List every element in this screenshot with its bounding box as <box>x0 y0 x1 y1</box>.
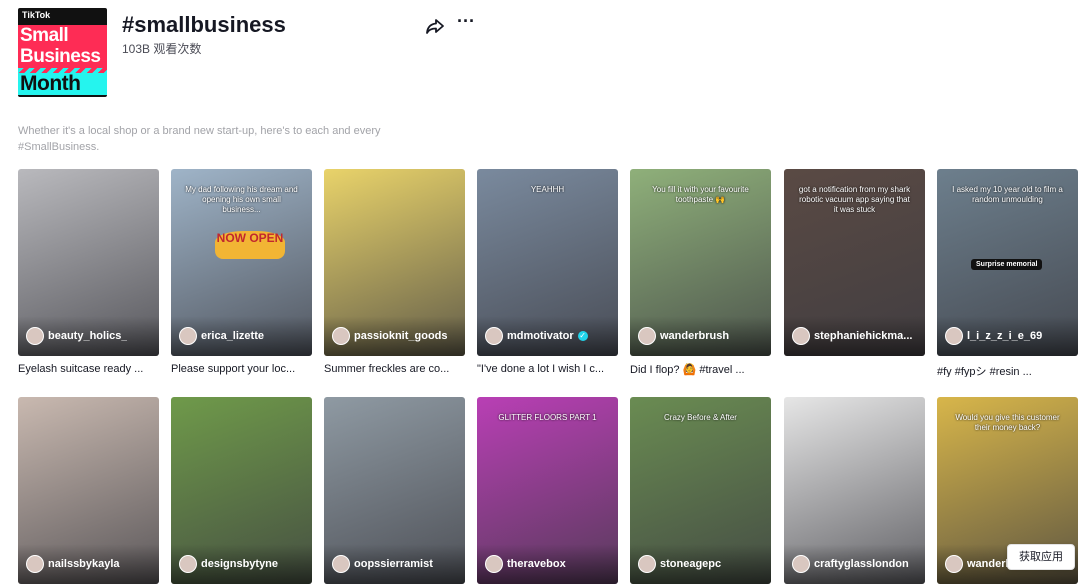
video-thumbnail[interactable]: craftyglasslondon <box>784 397 925 584</box>
get-app-button[interactable]: 获取应用 <box>1007 544 1075 570</box>
author-username: beauty_holics_ <box>48 330 128 342</box>
video-card[interactable]: passioknit_goods Summer freckles are co..… <box>324 169 465 377</box>
avatar <box>945 555 963 573</box>
video-overlay-text: I asked my 10 year old to film a random … <box>952 185 1063 204</box>
video-overlay-text: YEAHHH <box>530 185 565 194</box>
video-overlay-text: Would you give this customer their money… <box>955 413 1060 432</box>
ellipsis-icon: ··· <box>457 11 475 31</box>
avatar <box>792 555 810 573</box>
video-card[interactable]: got a notification from my shark robotic… <box>784 169 925 377</box>
video-caption[interactable]: #fy #fypシ #resin ... <box>937 363 1075 377</box>
video-card[interactable]: I asked my 10 year old to film a random … <box>937 169 1078 377</box>
author-username: passioknit_goods <box>354 330 448 342</box>
view-count: 103B 观看次数 <box>122 42 202 56</box>
share-icon <box>426 19 444 34</box>
avatar <box>792 327 810 345</box>
author-username: stephaniehickma... <box>814 330 913 342</box>
avatar <box>179 327 197 345</box>
hashtag-cover-image: TikTok Small Business Month <box>18 8 107 97</box>
avatar <box>179 555 197 573</box>
video-overlay-text: My dad following his dream and opening h… <box>185 185 298 214</box>
video-overlay-text: You fill it with your favourite toothpas… <box>652 185 749 204</box>
video-card[interactable]: nailssbykayla <box>18 397 159 584</box>
video-author[interactable]: l_i_z_z_i_e_69 <box>945 327 1072 345</box>
video-thumbnail[interactable]: You fill it with your favourite toothpas… <box>630 169 771 356</box>
avatar <box>26 327 44 345</box>
video-card[interactable]: beauty_holics_ Eyelash suitcase ready ... <box>18 169 159 377</box>
author-username: wanderbrush <box>660 330 730 342</box>
video-author[interactable]: designsbytyne <box>179 555 306 573</box>
author-username: oopssierramist <box>354 558 433 570</box>
video-caption[interactable]: Eyelash suitcase ready ... <box>18 363 156 377</box>
cover-line-1: Small <box>18 25 107 47</box>
video-thumbnail[interactable]: designsbytyne <box>171 397 312 584</box>
video-thumbnail[interactable]: YEAHHH mdmotivator ✓ <box>477 169 618 356</box>
video-author[interactable]: mdmotivator ✓ <box>485 327 612 345</box>
video-caption[interactable] <box>784 363 922 377</box>
video-card[interactable]: YEAHHH mdmotivator ✓ "I've done a lot I wis… <box>477 169 618 377</box>
tiktok-logo: TikTok <box>22 10 51 20</box>
video-author[interactable]: craftyglasslondon <box>792 555 919 573</box>
video-author[interactable]: stephaniehickma... <box>792 327 919 345</box>
video-thumbnail[interactable]: got a notification from my shark robotic… <box>784 169 925 356</box>
avatar <box>638 327 656 345</box>
cover-line-3: Month <box>18 73 107 95</box>
video-thumbnail[interactable]: I asked my 10 year old to film a random … <box>937 169 1078 356</box>
author-username: mdmotivator <box>507 330 574 342</box>
video-author[interactable]: wanderbrush <box>638 327 765 345</box>
avatar <box>485 327 503 345</box>
page-title: #smallbusiness <box>122 12 286 37</box>
video-caption[interactable]: Summer freckles are co... <box>324 363 462 377</box>
video-author[interactable]: oopssierramist <box>332 555 459 573</box>
video-card[interactable]: oopssierramist <box>324 397 465 584</box>
video-author[interactable]: beauty_holics_ <box>26 327 153 345</box>
cover-line-2: Business <box>18 46 107 68</box>
video-caption[interactable]: "I've done a lot I wish I c... <box>477 363 615 377</box>
video-author[interactable]: passioknit_goods <box>332 327 459 345</box>
more-options-button[interactable]: ··· <box>456 11 476 34</box>
now-open-sign: NOW OPEN <box>215 231 285 259</box>
video-thumbnail[interactable]: Crazy Before & After stoneagepc <box>630 397 771 584</box>
author-username: designsbytyne <box>201 558 279 570</box>
video-card[interactable]: Crazy Before & After stoneagepc <box>630 397 771 584</box>
video-thumbnail[interactable]: GLITTER FLOORS PART 1 theravebox <box>477 397 618 584</box>
video-author[interactable]: nailssbykayla <box>26 555 153 573</box>
hashtag-description: Whether it's a local shop or a brand new… <box>18 125 381 153</box>
video-thumbnail[interactable]: oopssierramist <box>324 397 465 584</box>
video-card[interactable]: My dad following his dream and opening h… <box>171 169 312 377</box>
video-overlay-text: got a notification from my shark robotic… <box>798 185 911 214</box>
video-badge: Surprise memorial <box>971 259 1043 270</box>
video-thumbnail[interactable]: My dad following his dream and opening h… <box>171 169 312 356</box>
author-username: craftyglasslondon <box>814 558 909 570</box>
verified-badge-icon: ✓ <box>577 331 588 341</box>
video-author[interactable]: theravebox <box>485 555 612 573</box>
author-username: erica_lizette <box>201 330 264 342</box>
video-card[interactable]: GLITTER FLOORS PART 1 theravebox <box>477 397 618 584</box>
author-username: theravebox <box>507 558 566 570</box>
video-card[interactable]: You fill it with your favourite toothpas… <box>630 169 771 377</box>
avatar <box>332 555 350 573</box>
avatar <box>945 327 963 345</box>
avatar <box>332 327 350 345</box>
share-button[interactable] <box>425 16 445 36</box>
author-username: nailssbykayla <box>48 558 120 570</box>
author-username: l_i_z_z_i_e_69 <box>967 330 1043 342</box>
video-caption[interactable]: Did I flop? 🙆 #travel ... <box>630 363 768 377</box>
video-thumbnail[interactable]: passioknit_goods <box>324 169 465 356</box>
video-overlay-text: Crazy Before & After <box>664 413 737 422</box>
video-author[interactable]: stoneagepc <box>638 555 765 573</box>
video-thumbnail[interactable]: nailssbykayla <box>18 397 159 584</box>
video-card[interactable]: designsbytyne <box>171 397 312 584</box>
video-card[interactable]: craftyglasslondon <box>784 397 925 584</box>
video-author[interactable]: erica_lizette <box>179 327 306 345</box>
video-thumbnail[interactable]: beauty_holics_ <box>18 169 159 356</box>
author-username: stoneagepc <box>660 558 722 570</box>
video-overlay-text: GLITTER FLOORS PART 1 <box>498 413 597 422</box>
avatar <box>638 555 656 573</box>
avatar <box>485 555 503 573</box>
avatar <box>26 555 44 573</box>
video-caption[interactable]: Please support your loc... <box>171 363 309 377</box>
